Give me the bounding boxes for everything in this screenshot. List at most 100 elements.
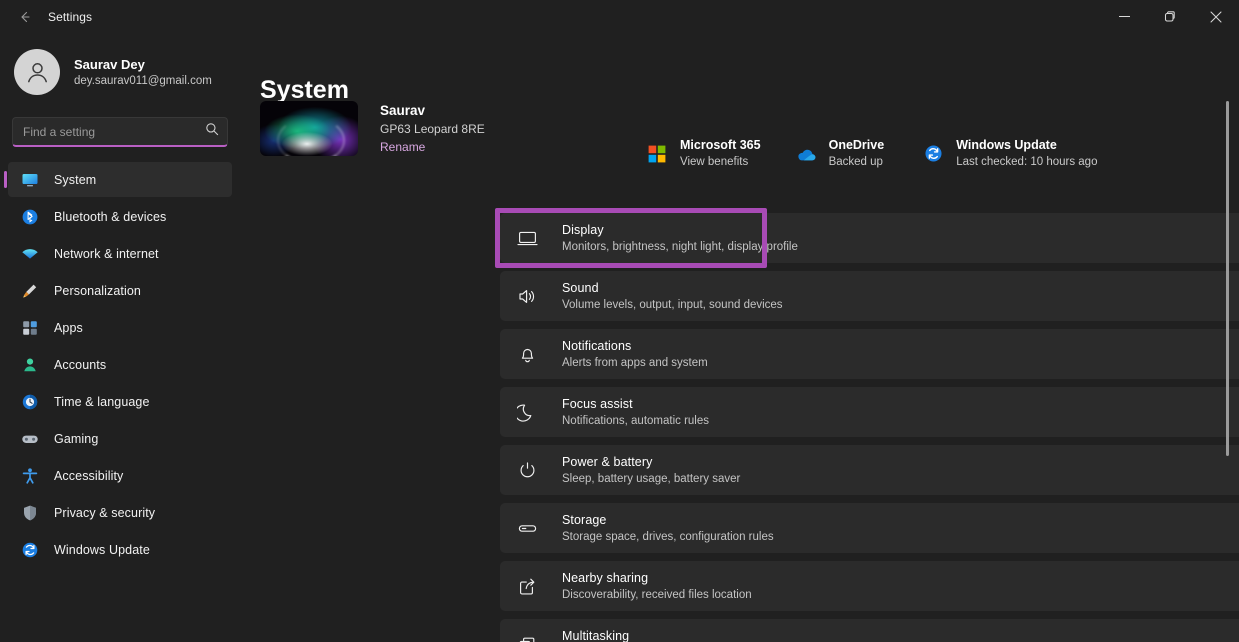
settings-row-subtitle: Storage space, drives, configuration rul… bbox=[562, 529, 1239, 545]
sidebar-nav: System Bluetooth & devices bbox=[0, 162, 240, 567]
game-controller-icon bbox=[20, 429, 40, 449]
sidebar-item-label: System bbox=[54, 173, 96, 187]
settings-row-title: Storage bbox=[562, 512, 1239, 529]
multitasking-windows-icon bbox=[514, 631, 540, 642]
settings-row-wrap: Sound Volume levels, output, input, soun… bbox=[500, 271, 1239, 321]
settings-row-text: Multitasking Snap windows, desktops, tas… bbox=[562, 628, 1239, 642]
tile-text: Windows Update Last checked: 10 hours ag… bbox=[956, 137, 1097, 170]
sidebar-item-system[interactable]: System bbox=[8, 162, 232, 197]
settings-row-text: Notifications Alerts from apps and syste… bbox=[562, 338, 1239, 371]
sidebar-item-bluetooth-devices[interactable]: Bluetooth & devices bbox=[8, 199, 232, 234]
sidebar-item-label: Time & language bbox=[54, 395, 150, 409]
settings-row-title: Display bbox=[562, 222, 1239, 239]
back-button[interactable] bbox=[8, 3, 42, 31]
sidebar-item-time-language[interactable]: Time & language bbox=[8, 384, 232, 419]
sidebar-item-label: Bluetooth & devices bbox=[54, 210, 166, 224]
bluetooth-icon bbox=[20, 207, 40, 227]
sidebar-item-apps[interactable]: Apps bbox=[8, 310, 232, 345]
monitor-icon bbox=[20, 170, 40, 190]
status-tile-onedrive[interactable]: OneDrive Backed up bbox=[789, 133, 895, 174]
clock-globe-icon bbox=[20, 392, 40, 412]
display-monitor-icon bbox=[514, 225, 540, 251]
minimize-icon bbox=[1119, 11, 1130, 22]
settings-row-multitasking[interactable]: Multitasking Snap windows, desktops, tas… bbox=[500, 619, 1239, 642]
settings-row-title: Multitasking bbox=[562, 628, 1239, 642]
device-name: Saurav bbox=[380, 101, 485, 120]
sidebar-item-personalization[interactable]: Personalization bbox=[8, 273, 232, 308]
tile-text: OneDrive Backed up bbox=[829, 137, 885, 170]
device-model: GP63 Leopard 8RE bbox=[380, 120, 485, 138]
tile-subtitle: Last checked: 10 hours ago bbox=[956, 154, 1097, 170]
settings-row-title: Nearby sharing bbox=[562, 570, 1239, 587]
sidebar-item-label: Privacy & security bbox=[54, 506, 155, 520]
back-arrow-icon bbox=[17, 9, 33, 25]
close-button[interactable] bbox=[1193, 0, 1239, 33]
speaker-icon bbox=[514, 283, 540, 309]
wifi-icon bbox=[20, 244, 40, 264]
settings-row-subtitle: Monitors, brightness, night light, displ… bbox=[562, 239, 1239, 255]
power-icon bbox=[514, 457, 540, 483]
status-tile-windows-update[interactable]: Windows Update Last checked: 10 hours ag… bbox=[916, 133, 1107, 174]
tile-subtitle: View benefits bbox=[680, 154, 761, 170]
settings-row-display[interactable]: Display Monitors, brightness, night ligh… bbox=[500, 213, 1239, 263]
settings-row-notifications[interactable]: Notifications Alerts from apps and syste… bbox=[500, 329, 1239, 379]
paintbrush-icon bbox=[20, 281, 40, 301]
settings-row-wrap: Nearby sharing Discoverability, received… bbox=[500, 561, 1239, 611]
settings-row-wrap: Display Monitors, brightness, night ligh… bbox=[500, 213, 1239, 263]
settings-row-subtitle: Volume levels, output, input, sound devi… bbox=[562, 297, 1239, 313]
windows-bloom-wallpaper bbox=[260, 101, 358, 156]
maximize-button[interactable] bbox=[1147, 0, 1193, 33]
account-email: dey.saurav011@gmail.com bbox=[74, 73, 212, 89]
settings-row-title: Sound bbox=[562, 280, 1239, 297]
search-input[interactable] bbox=[23, 125, 201, 139]
window-titlebar: Settings bbox=[0, 0, 1239, 33]
app-title: Settings bbox=[48, 10, 92, 24]
person-avatar-icon bbox=[24, 59, 51, 86]
account-text: Saurav Dey dey.saurav011@gmail.com bbox=[74, 56, 212, 89]
sidebar-item-label: Network & internet bbox=[54, 247, 159, 261]
settings-row-wrap: Focus assist Notifications, automatic ru… bbox=[500, 387, 1239, 437]
sidebar-item-accessibility[interactable]: Accessibility bbox=[8, 458, 232, 493]
status-tiles: Microsoft 365 View benefits OneDrive Bac… bbox=[640, 133, 1107, 174]
close-icon bbox=[1210, 11, 1222, 23]
sidebar-item-privacy-security[interactable]: Privacy & security bbox=[8, 495, 232, 530]
settings-list: Display Monitors, brightness, night ligh… bbox=[500, 213, 1239, 642]
settings-row-sound[interactable]: Sound Volume levels, output, input, soun… bbox=[500, 271, 1239, 321]
sidebar-item-windows-update[interactable]: Windows Update bbox=[8, 532, 232, 567]
settings-row-title: Power & battery bbox=[562, 454, 1239, 471]
sidebar-item-gaming[interactable]: Gaming bbox=[8, 421, 232, 456]
shield-icon bbox=[20, 503, 40, 523]
tile-text: Microsoft 365 View benefits bbox=[680, 137, 761, 170]
settings-row-text: Focus assist Notifications, automatic ru… bbox=[562, 396, 1239, 429]
settings-row-wrap: Storage Storage space, drives, configura… bbox=[500, 503, 1239, 553]
status-tile-microsoft-365[interactable]: Microsoft 365 View benefits bbox=[640, 133, 771, 174]
settings-row-nearby-sharing[interactable]: Nearby sharing Discoverability, received… bbox=[500, 561, 1239, 611]
search-icon[interactable] bbox=[205, 122, 219, 141]
window-controls bbox=[1101, 0, 1239, 33]
sidebar-item-label: Windows Update bbox=[54, 543, 150, 557]
update-refresh-icon bbox=[20, 540, 40, 560]
account-card[interactable]: Saurav Dey dey.saurav011@gmail.com bbox=[0, 33, 240, 103]
sidebar-item-network-internet[interactable]: Network & internet bbox=[8, 236, 232, 271]
account-person-icon bbox=[20, 355, 40, 375]
onedrive-cloud-icon bbox=[795, 143, 817, 165]
settings-row-wrap: Notifications Alerts from apps and syste… bbox=[500, 329, 1239, 379]
scrollbar-thumb[interactable] bbox=[1226, 101, 1229, 456]
settings-row-power-battery[interactable]: Power & battery Sleep, battery usage, ba… bbox=[500, 445, 1239, 495]
settings-row-focus-assist[interactable]: Focus assist Notifications, automatic ru… bbox=[500, 387, 1239, 437]
rename-link[interactable]: Rename bbox=[380, 140, 425, 154]
sidebar-item-accounts[interactable]: Accounts bbox=[8, 347, 232, 382]
sidebar-item-label: Personalization bbox=[54, 284, 141, 298]
avatar bbox=[14, 49, 60, 95]
scrollbar-track[interactable] bbox=[1222, 66, 1234, 642]
nearby-share-icon bbox=[514, 573, 540, 599]
settings-row-wrap: Multitasking Snap windows, desktops, tas… bbox=[500, 619, 1239, 642]
settings-row-storage[interactable]: Storage Storage space, drives, configura… bbox=[500, 503, 1239, 553]
search-box[interactable] bbox=[12, 117, 228, 147]
settings-row-subtitle: Alerts from apps and system bbox=[562, 355, 1239, 371]
update-refresh-icon bbox=[922, 143, 944, 165]
minimize-button[interactable] bbox=[1101, 0, 1147, 33]
settings-row-subtitle: Discoverability, received files location bbox=[562, 587, 1239, 603]
app-shell: Saurav Dey dey.saurav011@gmail.com bbox=[0, 33, 1239, 642]
device-meta: Saurav GP63 Leopard 8RE Rename bbox=[380, 101, 485, 156]
